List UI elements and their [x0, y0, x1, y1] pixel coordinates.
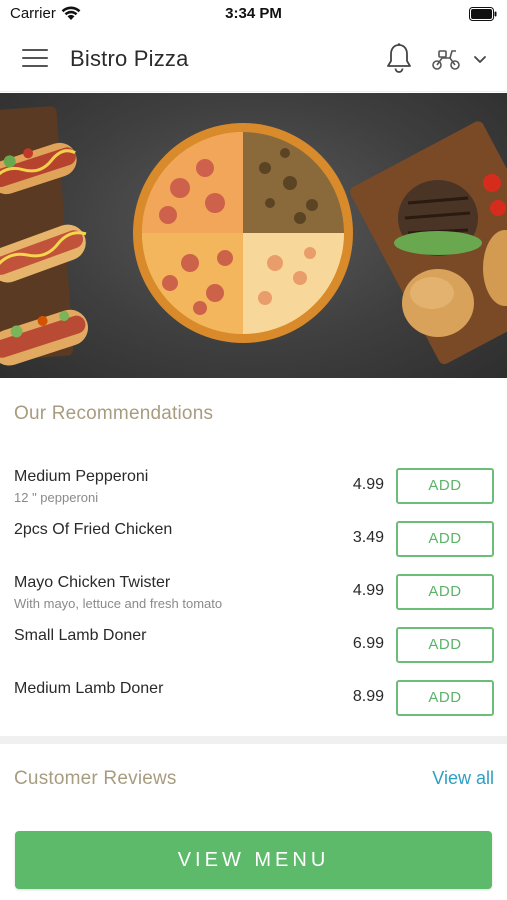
- item-name: Small Lamb Doner: [14, 627, 147, 644]
- recommendations-title: Our Recommendations: [14, 403, 214, 424]
- add-button[interactable]: ADD: [396, 521, 494, 557]
- view-menu-button[interactable]: VIEW MENU: [15, 831, 492, 889]
- item-price: 3.49: [352, 529, 384, 546]
- battery-icon: [469, 7, 497, 21]
- scooter-icon[interactable]: [430, 46, 462, 72]
- status-time: 3:34 PM: [225, 5, 282, 22]
- hotdogs-image: [0, 106, 89, 366]
- menu-item: Medium Pepperoni 12 " pepperoni 4.99 ADD: [0, 460, 507, 512]
- item-price: 4.99: [352, 476, 384, 493]
- menu-item: 2pcs Of Fried Chicken 3.49 ADD: [0, 513, 507, 565]
- burgers-image: [350, 121, 507, 365]
- app-header: Bistro Pizza: [0, 28, 507, 92]
- item-name: Medium Pepperoni: [14, 468, 149, 485]
- item-name: Mayo Chicken Twister: [14, 574, 171, 591]
- item-price: 8.99: [352, 688, 384, 705]
- item-price: 4.99: [352, 582, 384, 599]
- item-name: 2pcs Of Fried Chicken: [14, 521, 173, 538]
- section-divider: [0, 736, 507, 744]
- food-illustration: [0, 106, 507, 366]
- pizza-image: [133, 123, 353, 343]
- menu-item: Small Lamb Doner 6.99 ADD: [0, 619, 507, 671]
- add-button[interactable]: ADD: [396, 627, 494, 663]
- hero-banner-image: [0, 93, 507, 378]
- menu-icon[interactable]: [22, 49, 48, 71]
- item-price: 6.99: [352, 635, 384, 652]
- page-title: Bistro Pizza: [70, 46, 189, 71]
- item-name: Medium Lamb Doner: [14, 680, 164, 697]
- add-button[interactable]: ADD: [396, 574, 494, 610]
- bell-icon[interactable]: [384, 42, 414, 74]
- item-description: With mayo, lettuce and fresh tomato: [14, 596, 223, 611]
- item-description: 12 " pepperoni: [14, 490, 99, 505]
- status-bar: Carrier 3:34 PM: [0, 0, 507, 28]
- reviews-title: Customer Reviews: [14, 768, 177, 789]
- add-button[interactable]: ADD: [396, 680, 494, 716]
- menu-item: Medium Lamb Doner 8.99 ADD: [0, 672, 507, 724]
- view-all-link[interactable]: View all: [432, 768, 494, 789]
- menu-item: Mayo Chicken Twister With mayo, lettuce …: [0, 566, 507, 618]
- add-button[interactable]: ADD: [396, 468, 494, 504]
- chevron-down-icon[interactable]: [472, 53, 488, 65]
